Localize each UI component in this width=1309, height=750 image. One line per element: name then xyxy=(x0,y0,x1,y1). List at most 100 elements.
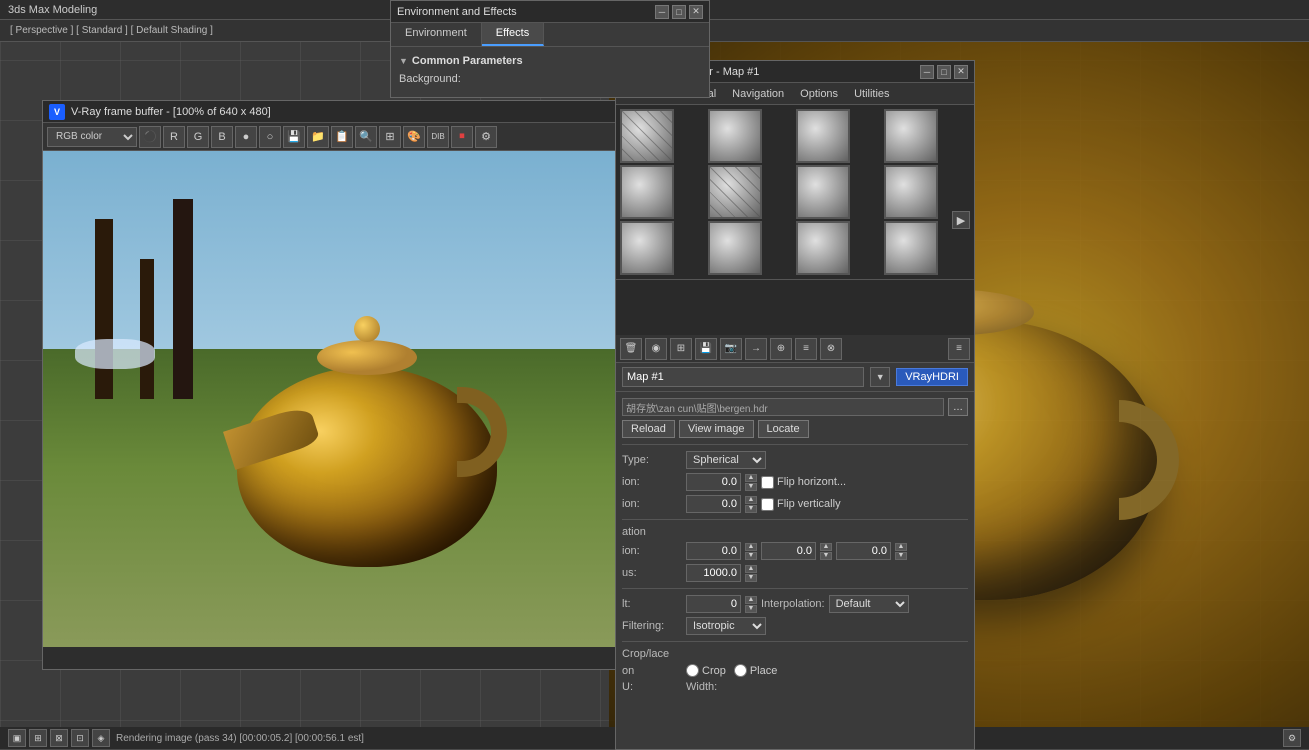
mat-sphere-3-3[interactable] xyxy=(796,221,850,275)
mat-tool-delete[interactable]: 🗑 xyxy=(620,338,642,360)
vert-rot-spinner[interactable]: ▲ ▼ xyxy=(745,496,757,513)
rot-bank-down[interactable]: ▼ xyxy=(895,552,907,560)
mat-window-controls[interactable]: ─ □ ✕ xyxy=(920,65,968,79)
vray-tool-2[interactable]: R xyxy=(163,126,185,148)
horiz-rot-spinner[interactable]: ▲ ▼ xyxy=(745,474,757,491)
vray-tool-12[interactable]: 🎨 xyxy=(403,126,425,148)
vert-rot-down[interactable]: ▼ xyxy=(745,505,757,513)
mat-sphere-3-4[interactable] xyxy=(884,221,938,275)
vray-tool-11[interactable]: ⊞ xyxy=(379,126,401,148)
mat-maximize-btn[interactable]: □ xyxy=(937,65,951,79)
horiz-rot-input[interactable] xyxy=(686,473,741,491)
mat-sphere-1-2[interactable] xyxy=(708,109,762,163)
bottom-btn-3[interactable]: ⊠ xyxy=(50,729,68,747)
crop-radio[interactable] xyxy=(686,664,699,677)
vray-tool-stop[interactable]: ⏹ xyxy=(451,126,473,148)
rot-bank-up[interactable]: ▲ xyxy=(895,543,907,551)
rot-h-down[interactable]: ▼ xyxy=(745,552,757,560)
flip-vert-checkbox[interactable] xyxy=(761,498,774,511)
env-tabs[interactable]: Environment Effects xyxy=(391,23,709,47)
default-input[interactable] xyxy=(686,595,741,613)
menu-utilities[interactable]: Utilities xyxy=(846,85,897,103)
env-close-btn[interactable]: ✕ xyxy=(689,5,703,19)
mat-sphere-2-4[interactable] xyxy=(884,165,938,219)
vray-tool-5[interactable]: ● xyxy=(235,126,257,148)
mat-sphere-2-1[interactable] xyxy=(620,165,674,219)
env-maximize-btn[interactable]: □ xyxy=(672,5,686,19)
vray-tool-8[interactable]: 📁 xyxy=(307,126,329,148)
mat-tool-sphere[interactable]: ◉ xyxy=(645,338,667,360)
rot-bank-input[interactable] xyxy=(836,542,891,560)
mat-tool-5[interactable]: ⊕ xyxy=(770,338,792,360)
mult-down[interactable]: ▼ xyxy=(745,574,757,582)
view-image-btn[interactable]: View image xyxy=(679,420,754,438)
rot-h-up[interactable]: ▲ xyxy=(745,543,757,551)
vert-rot-up[interactable]: ▲ xyxy=(745,496,757,504)
map-name-dropdown[interactable]: ▼ xyxy=(870,367,890,387)
vray-tool-dib[interactable]: DIB xyxy=(427,126,449,148)
env-window-controls[interactable]: ─ □ ✕ xyxy=(655,5,703,19)
rot-h-spinner[interactable]: ▲ ▼ xyxy=(745,543,757,560)
vray-tool-7[interactable]: 💾 xyxy=(283,126,305,148)
flip-horiz-checkbox[interactable] xyxy=(761,476,774,489)
mat-sphere-1-3[interactable] xyxy=(796,109,850,163)
bottom-btn-end[interactable]: ⚙ xyxy=(1283,729,1301,747)
mat-tool-assign[interactable]: → xyxy=(745,338,767,360)
vray-tool-9[interactable]: 📋 xyxy=(331,126,353,148)
rot-v-spinner[interactable]: ▲ ▼ xyxy=(820,543,832,560)
horiz-rot-down[interactable]: ▼ xyxy=(745,483,757,491)
env-effects-panel[interactable]: Environment and Effects ─ □ ✕ Environmen… xyxy=(390,0,710,98)
color-mode-dropdown[interactable]: RGB color xyxy=(47,127,137,147)
menu-navigation[interactable]: Navigation xyxy=(724,85,792,103)
env-minimize-btn[interactable]: ─ xyxy=(655,5,669,19)
rot-bank-spinner[interactable]: ▲ ▼ xyxy=(895,543,907,560)
vray-tool-10[interactable]: 🔍 xyxy=(355,126,377,148)
default-up[interactable]: ▲ xyxy=(745,596,757,604)
vert-rot-input[interactable] xyxy=(686,495,741,513)
mat-minimize-btn[interactable]: ─ xyxy=(920,65,934,79)
bottom-btn-2[interactable]: ⊞ xyxy=(29,729,47,747)
crop-place-radio-group[interactable]: Crop Place xyxy=(686,664,777,677)
mat-sphere-3-1[interactable] xyxy=(620,221,674,275)
interpolation-dropdown[interactable]: Default xyxy=(829,595,909,613)
horiz-rot-up[interactable]: ▲ xyxy=(745,474,757,482)
mat-tool-camera[interactable]: 📷 xyxy=(720,338,742,360)
material-editor[interactable]: 3 Material Editor - Map #1 ─ □ ✕ Modes M… xyxy=(615,60,975,750)
vray-tool-1[interactable]: ⚫ xyxy=(139,126,161,148)
filtering-dropdown[interactable]: Isotropic xyxy=(686,617,766,635)
rot-v-up[interactable]: ▲ xyxy=(820,543,832,551)
bottom-btn-4[interactable]: ⊡ xyxy=(71,729,89,747)
vray-tool-settings[interactable]: ⚙ xyxy=(475,126,497,148)
menu-options[interactable]: Options xyxy=(792,85,846,103)
browse-btn[interactable]: … xyxy=(948,398,968,416)
mat-tool-right-1[interactable]: ≡ xyxy=(948,338,970,360)
tab-effects[interactable]: Effects xyxy=(482,23,544,46)
vray-tool-3[interactable]: G xyxy=(187,126,209,148)
locate-btn[interactable]: Locate xyxy=(758,420,809,438)
rot-h-input[interactable] xyxy=(686,542,741,560)
multiplier-input[interactable] xyxy=(686,564,741,582)
mat-sphere-1-1[interactable] xyxy=(620,109,674,163)
mat-sphere-2-3[interactable] xyxy=(796,165,850,219)
type-dropdown[interactable]: Spherical xyxy=(686,451,766,469)
default-down[interactable]: ▼ xyxy=(745,605,757,613)
bottom-btn-1[interactable]: ▣ xyxy=(8,729,26,747)
mat-sphere-2-2[interactable] xyxy=(708,165,762,219)
rot-v-down[interactable]: ▼ xyxy=(820,552,832,560)
mult-up[interactable]: ▲ xyxy=(745,565,757,573)
multiplier-spinner[interactable]: ▲ ▼ xyxy=(745,565,757,582)
default-spinner[interactable]: ▲ ▼ xyxy=(745,596,757,613)
mat-tool-grid[interactable]: ⊞ xyxy=(670,338,692,360)
rot-v-input[interactable] xyxy=(761,542,816,560)
mat-close-btn[interactable]: ✕ xyxy=(954,65,968,79)
mat-sphere-1-4[interactable] xyxy=(884,109,938,163)
mat-sphere-3-2[interactable] xyxy=(708,221,762,275)
file-path-input[interactable] xyxy=(622,398,944,416)
reload-btn[interactable]: Reload xyxy=(622,420,675,438)
vray-tool-4[interactable]: B xyxy=(211,126,233,148)
tab-environment[interactable]: Environment xyxy=(391,23,482,46)
map-name-input[interactable] xyxy=(622,367,864,387)
mat-tool-7[interactable]: ⊗ xyxy=(820,338,842,360)
mat-tool-6[interactable]: ≡ xyxy=(795,338,817,360)
mat-scroll-right[interactable]: ▶ xyxy=(952,211,970,229)
